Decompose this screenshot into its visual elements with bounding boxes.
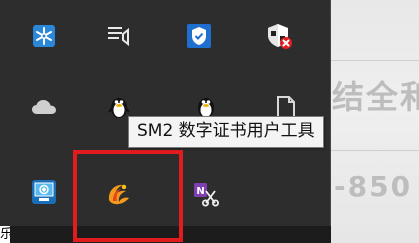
edge-text-fragment: 乐: [0, 226, 10, 243]
taskbar-edge: [0, 226, 331, 243]
onedrive-cloud-icon[interactable]: [28, 91, 60, 123]
background-divider: [330, 150, 419, 151]
sm2-certificate-tool-icon[interactable]: [103, 178, 135, 210]
snowflake-app-icon[interactable]: [28, 20, 60, 52]
background-heading-text: 结全和: [332, 78, 419, 116]
background-divider: [330, 60, 419, 61]
security-alert-icon[interactable]: [263, 20, 295, 52]
action-center-icon[interactable]: [103, 20, 135, 52]
tooltip: SM2 数字证书用户工具: [128, 116, 324, 148]
network-monitor-icon[interactable]: [28, 176, 60, 208]
svg-text:N: N: [196, 186, 204, 197]
defender-shield-icon[interactable]: [183, 20, 215, 52]
background-number-text: -850: [334, 170, 413, 203]
onenote-clip-icon[interactable]: N: [190, 178, 222, 210]
